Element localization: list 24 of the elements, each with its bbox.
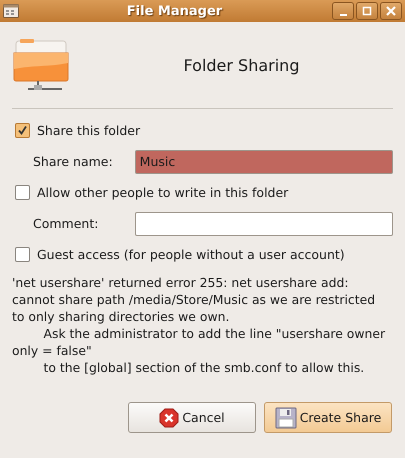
close-icon (385, 5, 397, 17)
maximize-icon (361, 5, 373, 17)
checkbox-label[interactable]: Allow other people to write in this folder (37, 185, 288, 200)
text-field[interactable] (134, 212, 393, 236)
checkbox-label[interactable]: Guest access (for people without a user account) (37, 247, 345, 262)
checkbox[interactable] (15, 123, 30, 138)
checkbox-label[interactable]: Share this folder (37, 123, 140, 138)
text-field[interactable]: Music (134, 150, 393, 174)
maximize-button[interactable] (356, 2, 378, 20)
window-title: File Manager (126, 4, 224, 18)
field-label: Comment: (32, 216, 100, 231)
field-label: Share name: (32, 154, 114, 169)
minimize-icon (340, 14, 346, 16)
dialog-heading: Folder Sharing (182, 56, 300, 74)
shared-folder-icon (12, 37, 70, 93)
cancel-icon (159, 408, 180, 428)
checkbox[interactable] (15, 185, 30, 200)
error-message: 'net usershare' returned error 255: net usershare add: cannot share path /media/Store/Music as we are restricted to only sharing directories we own. Ask the administrator to add the line "usershare owner only = false" to the [global] section of the smb.conf to allow this. (12, 274, 386, 376)
minimize-button[interactable] (332, 2, 354, 20)
create-share-button[interactable]: Create Share (264, 402, 392, 433)
close-button[interactable] (380, 2, 402, 20)
cancel-button[interactable]: Cancel (128, 402, 256, 433)
checkbox[interactable] (15, 247, 30, 262)
window-menu-icon[interactable] (3, 4, 19, 18)
